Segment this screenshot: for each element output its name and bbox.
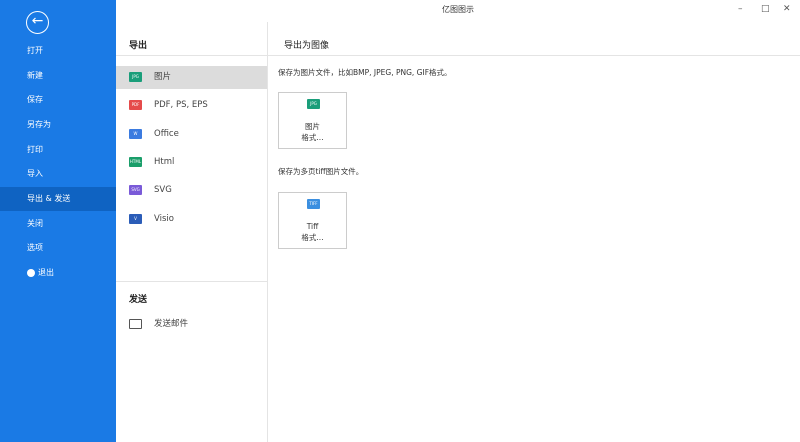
sidebar-item-new[interactable]: 新建: [0, 64, 116, 88]
export-item-svg[interactable]: SVG SVG: [116, 179, 267, 202]
svg-icon: SVG: [129, 185, 142, 195]
export-image-panel: 导出为图像 保存为图片文件，比如BMP, JPEG, PNG, GIF格式。 J…: [268, 22, 800, 442]
exit-icon: [27, 269, 35, 277]
export-item-html[interactable]: HTML Html: [116, 151, 267, 174]
send-heading: 发送: [129, 295, 148, 305]
export-item-office[interactable]: W Office: [116, 123, 267, 146]
back-arrow-icon[interactable]: ←: [26, 11, 49, 34]
jpg-icon: JPG: [129, 72, 142, 82]
export-heading: 导出: [129, 41, 148, 51]
tiff-format-button[interactable]: TIFF Tiff 格式...: [278, 192, 347, 249]
sidebar-item-save-as[interactable]: 另存为: [0, 113, 116, 137]
sidebar-item-close[interactable]: 关闭: [0, 212, 116, 236]
sidebar-item-open[interactable]: 打开: [0, 39, 116, 63]
html-icon: HTML: [129, 157, 142, 167]
send-email-item[interactable]: 发送邮件: [116, 313, 267, 336]
word-icon: W: [129, 129, 142, 139]
export-item-pdf[interactable]: PDF PDF, PS, EPS: [116, 94, 267, 117]
visio-icon: V: [129, 214, 142, 224]
jpg-icon: JPG: [307, 99, 320, 109]
sidebar-item-export-send[interactable]: 导出 & 发送: [0, 187, 116, 211]
window-title: 亿图图示: [442, 5, 474, 14]
minimize-button[interactable]: –: [738, 4, 743, 14]
maximize-button[interactable]: □: [761, 4, 770, 14]
sidebar-item-exit[interactable]: 退出: [0, 261, 116, 285]
image-format-button[interactable]: JPG 图片 格式...: [278, 92, 347, 149]
close-button[interactable]: ✕: [783, 4, 791, 14]
export-item-image[interactable]: JPG 图片: [116, 66, 267, 89]
sidebar-item-print[interactable]: 打印: [0, 138, 116, 162]
panel-heading: 导出为图像: [284, 41, 330, 51]
tiff-icon: TIFF: [307, 199, 320, 209]
mail-icon: [129, 319, 142, 329]
exit-label: 退出: [38, 268, 54, 277]
tiff-description: 保存为多页tiff图片文件。: [278, 167, 364, 176]
sidebar-item-options[interactable]: 选项: [0, 236, 116, 260]
sidebar-item-save[interactable]: 保存: [0, 88, 116, 112]
pdf-icon: PDF: [129, 100, 142, 110]
sidebar: ← 打开 新建 保存 另存为 打印 导入 导出 & 发送 关闭 选项 退出: [0, 0, 116, 442]
export-item-visio[interactable]: V Visio: [116, 208, 267, 231]
sidebar-item-import[interactable]: 导入: [0, 162, 116, 186]
export-list-panel: 导出 JPG 图片 PDF PDF, PS, EPS W Office HTML Htm…: [116, 22, 268, 442]
image-description: 保存为图片文件，比如BMP, JPEG, PNG, GIF格式。: [278, 68, 452, 77]
